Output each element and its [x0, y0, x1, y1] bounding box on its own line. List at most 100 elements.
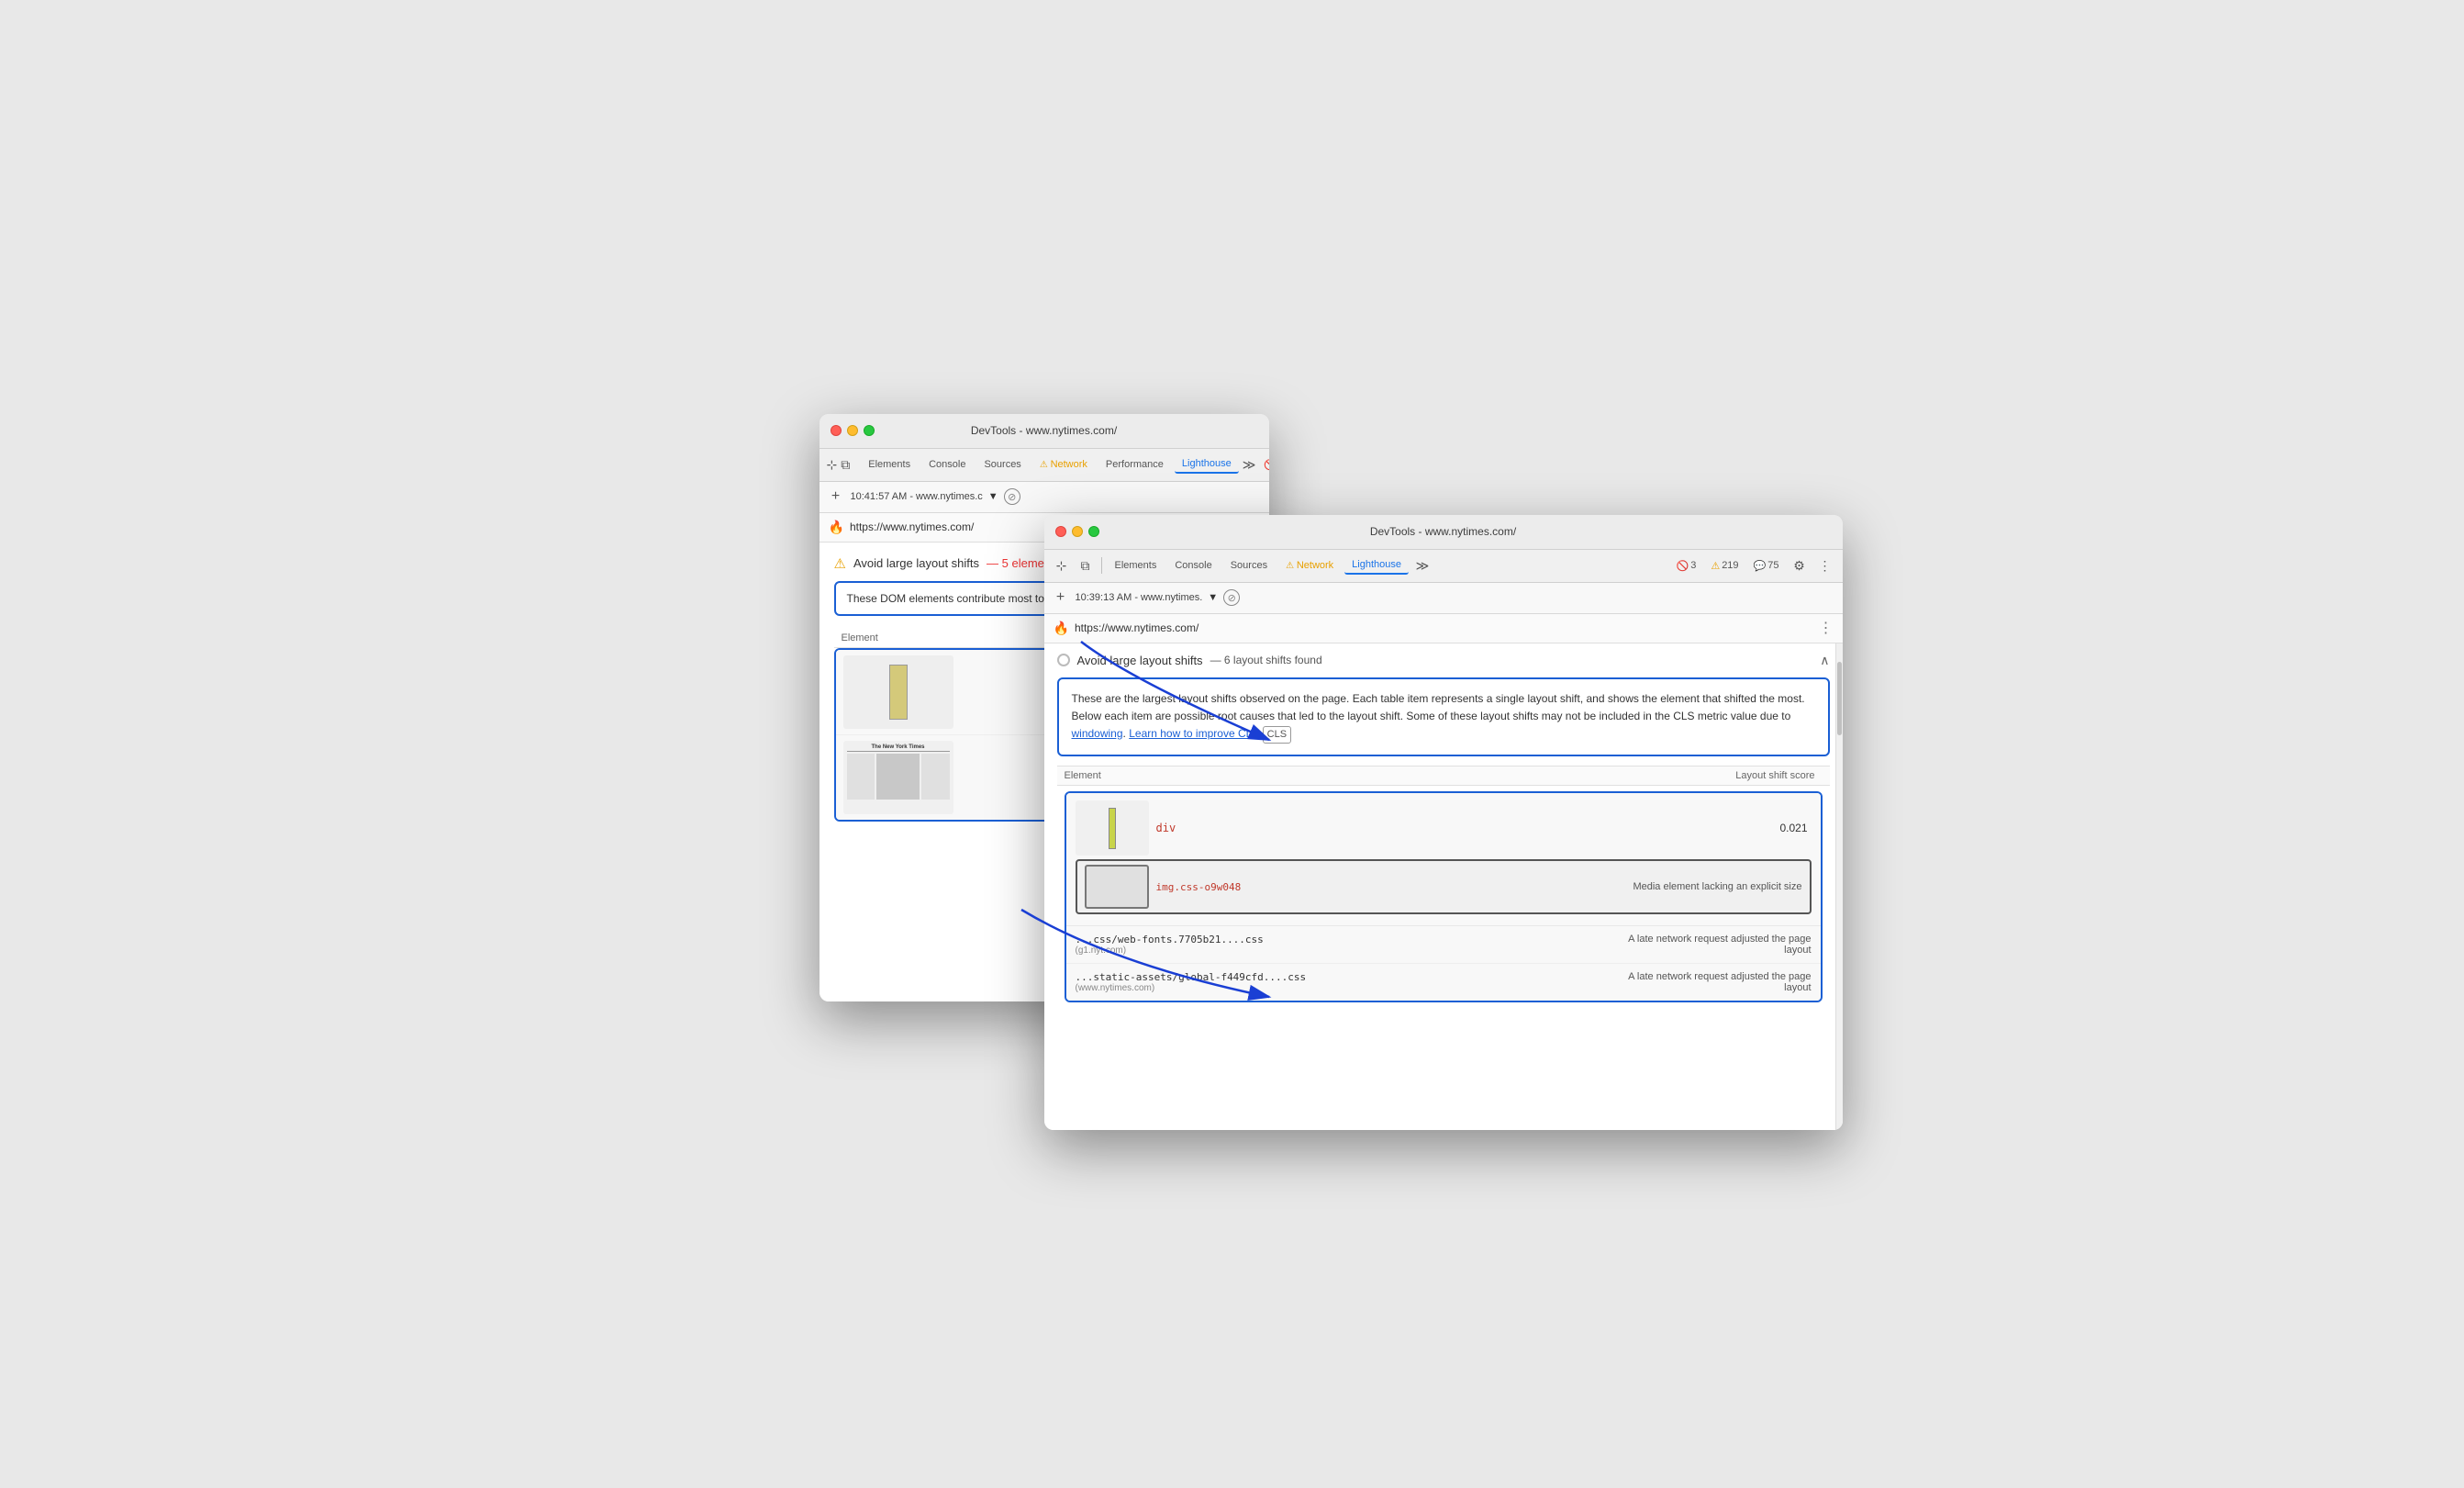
expand-icon-front[interactable]: ∧ — [1820, 653, 1829, 668]
tab-network-back[interactable]: Network — [1032, 456, 1095, 473]
addressbar-back: + 10:41:57 AM - www.nytimes.c ▼ ⊘ — [819, 482, 1269, 513]
layers-icon-back[interactable]: ⧉ — [841, 454, 850, 475]
traffic-lights-front — [1055, 526, 1099, 537]
audit-subtitle-front: — 6 layout shifts found — [1210, 654, 1322, 666]
network-desc-2: A late network request adjusted the page… — [1610, 971, 1812, 993]
element-name-1: div — [1156, 822, 1176, 834]
settings-icon-front[interactable]: ⚙ — [1789, 555, 1810, 576]
element-col-label-back: Element — [842, 632, 878, 643]
error-icon-back: 🚫 — [1264, 459, 1268, 471]
tab-network-front[interactable]: Network — [1278, 557, 1341, 574]
newspaper-header-back: The New York Times — [847, 744, 950, 752]
stop-icon-front[interactable]: ⊘ — [1223, 589, 1240, 606]
tab-sources-back[interactable]: Sources — [976, 456, 1028, 473]
element-col-header: Element — [1065, 770, 1694, 781]
tab-performance-back[interactable]: Performance — [1098, 456, 1171, 473]
more-tabs-icon-front[interactable]: ≫ — [1412, 555, 1433, 576]
network-desc-1: A late network request adjusted the page… — [1610, 934, 1812, 956]
tab-lighthouse-front[interactable]: Lighthouse — [1344, 556, 1409, 575]
titlebar-title-front: DevTools - www.nytimes.com/ — [1370, 525, 1516, 538]
element-row-header: div 0.021 — [1076, 800, 1812, 856]
sub-element-row: img.css-o9w048 Media element lacking an … — [1076, 859, 1812, 914]
table-header-front: Element Layout shift score — [1057, 766, 1830, 786]
sub-element-name: img.css-o9w048 — [1156, 881, 1242, 893]
message-icon-front: 💬 — [1754, 560, 1767, 572]
tab-console-back[interactable]: Console — [921, 456, 973, 473]
titlebar-back: DevTools - www.nytimes.com/ — [819, 414, 1269, 449]
audit-circle-front — [1057, 654, 1070, 666]
tab-lighthouse-back[interactable]: Lighthouse — [1175, 455, 1239, 474]
bar-inner-1 — [1109, 808, 1116, 849]
devtools-window-front: DevTools - www.nytimes.com/ ⊹ ⧉ Elements… — [1044, 515, 1843, 1130]
news-col-2 — [921, 754, 950, 800]
scrollbar-thumb[interactable] — [1837, 662, 1842, 735]
close-button-front[interactable] — [1055, 526, 1066, 537]
titlebar-front: DevTools - www.nytimes.com/ — [1044, 515, 1843, 550]
content-front: Avoid large layout shifts — 6 layout shi… — [1044, 643, 1843, 1130]
sub-thumbnail — [1085, 865, 1149, 909]
new-tab-button-front[interactable]: + — [1052, 589, 1070, 606]
error-badge-front: 🚫 3 — [1671, 558, 1700, 574]
media-cause: Media element lacking an explicit size — [1633, 881, 1801, 892]
new-tab-button-back[interactable]: + — [827, 488, 845, 505]
network-url-1: ...css/web-fonts.7705b21....css — [1076, 934, 1264, 945]
audit-title-back: Avoid large layout shifts — [853, 556, 979, 570]
tab-elements-back[interactable]: Elements — [861, 456, 918, 473]
news-img — [876, 754, 919, 800]
element-score-1: 0.021 — [1779, 822, 1811, 834]
flame-icon-back: 🔥 — [829, 520, 844, 535]
kebab-icon-front[interactable]: ⋮ — [1815, 555, 1835, 576]
audit-warning-icon-back: ⚠ — [834, 555, 846, 572]
urlbar-front: 🔥 https://www.nytimes.com/ ⋮ — [1044, 614, 1843, 643]
flame-icon-front: 🔥 — [1054, 621, 1069, 636]
titlebar-title-back: DevTools - www.nytimes.com/ — [971, 424, 1117, 437]
score-col-header: Layout shift score — [1694, 770, 1823, 781]
thumbnail-1-back — [843, 655, 953, 729]
badges-back: 🚫 1 ⚠ 6 💬 19 ⚙ ⋮ — [1259, 454, 1268, 475]
session-dropdown-back[interactable]: ▼ — [988, 491, 998, 502]
ad-bar-back — [889, 665, 908, 720]
minimize-button-front[interactable] — [1072, 526, 1083, 537]
badges-front: 🚫 3 ⚠ 219 💬 75 ⚙ ⋮ — [1671, 555, 1834, 576]
maximize-button-front[interactable] — [1088, 526, 1099, 537]
windowing-link[interactable]: windowing — [1072, 727, 1123, 740]
thumbnail-2-back: The New York Times — [843, 741, 953, 814]
network-url-cell-2: ...static-assets/global-f449cfd....css (… — [1076, 971, 1307, 993]
data-table-front: Element Layout shift score div — [1057, 766, 1830, 1002]
separator-front — [1101, 557, 1102, 574]
more-tabs-icon-back[interactable]: ≫ — [1243, 454, 1256, 475]
element-thumbnail-1 — [1076, 800, 1149, 856]
close-button-back[interactable] — [831, 425, 842, 436]
table-row: div 0.021 img.css-o9w048 Media element l… — [1066, 793, 1821, 926]
maximize-button-back[interactable] — [864, 425, 875, 436]
network-url-2: ...static-assets/global-f449cfd....css — [1076, 971, 1307, 983]
message-badge-front: 💬 75 — [1749, 558, 1784, 574]
tab-elements-front[interactable]: Elements — [1108, 557, 1165, 574]
scrollbar-front[interactable] — [1835, 643, 1843, 1130]
tab-console-front[interactable]: Console — [1167, 557, 1219, 574]
cursor-icon-front[interactable]: ⊹ — [1052, 555, 1072, 576]
stop-icon-back[interactable]: ⊘ — [1004, 488, 1020, 505]
audit-title-front: Avoid large layout shifts — [1077, 654, 1203, 667]
audit-content-front: Avoid large layout shifts — 6 layout shi… — [1044, 643, 1843, 1018]
addressbar-front: + 10:39:13 AM - www.nytimes. ▼ ⊘ — [1044, 583, 1843, 614]
warning-badge-front: ⚠ 219 — [1706, 558, 1743, 574]
table-row: ...css/web-fonts.7705b21....css (g1.nyt.… — [1066, 926, 1821, 964]
session-dropdown-front[interactable]: ▼ — [1208, 592, 1218, 603]
url-more-front[interactable]: ⋮ — [1819, 619, 1834, 637]
newspaper-body-back — [847, 754, 950, 800]
audit-row-front: Avoid large layout shifts — 6 layout shi… — [1057, 653, 1830, 668]
minimize-button-back[interactable] — [847, 425, 858, 436]
warning-icon-front: ⚠ — [1711, 560, 1720, 572]
network-url-cell-1: ...css/web-fonts.7705b21....css (g1.nyt.… — [1076, 934, 1264, 956]
cursor-icon-back[interactable]: ⊹ — [827, 454, 838, 475]
description-box-front: These are the largest layout shifts obse… — [1057, 677, 1830, 757]
desc-text-1: These are the largest layout shifts obse… — [1072, 692, 1805, 722]
learn-cls-link[interactable]: Learn how to improve CLS — [1129, 727, 1259, 740]
timestamp-front: 10:39:13 AM - www.nytimes. — [1076, 592, 1203, 603]
tab-sources-front[interactable]: Sources — [1223, 557, 1275, 574]
error-icon-front: 🚫 — [1676, 560, 1689, 572]
news-col-1 — [847, 754, 875, 800]
table-row: ...static-assets/global-f449cfd....css (… — [1066, 964, 1821, 1001]
layers-icon-front[interactable]: ⧉ — [1076, 555, 1096, 576]
